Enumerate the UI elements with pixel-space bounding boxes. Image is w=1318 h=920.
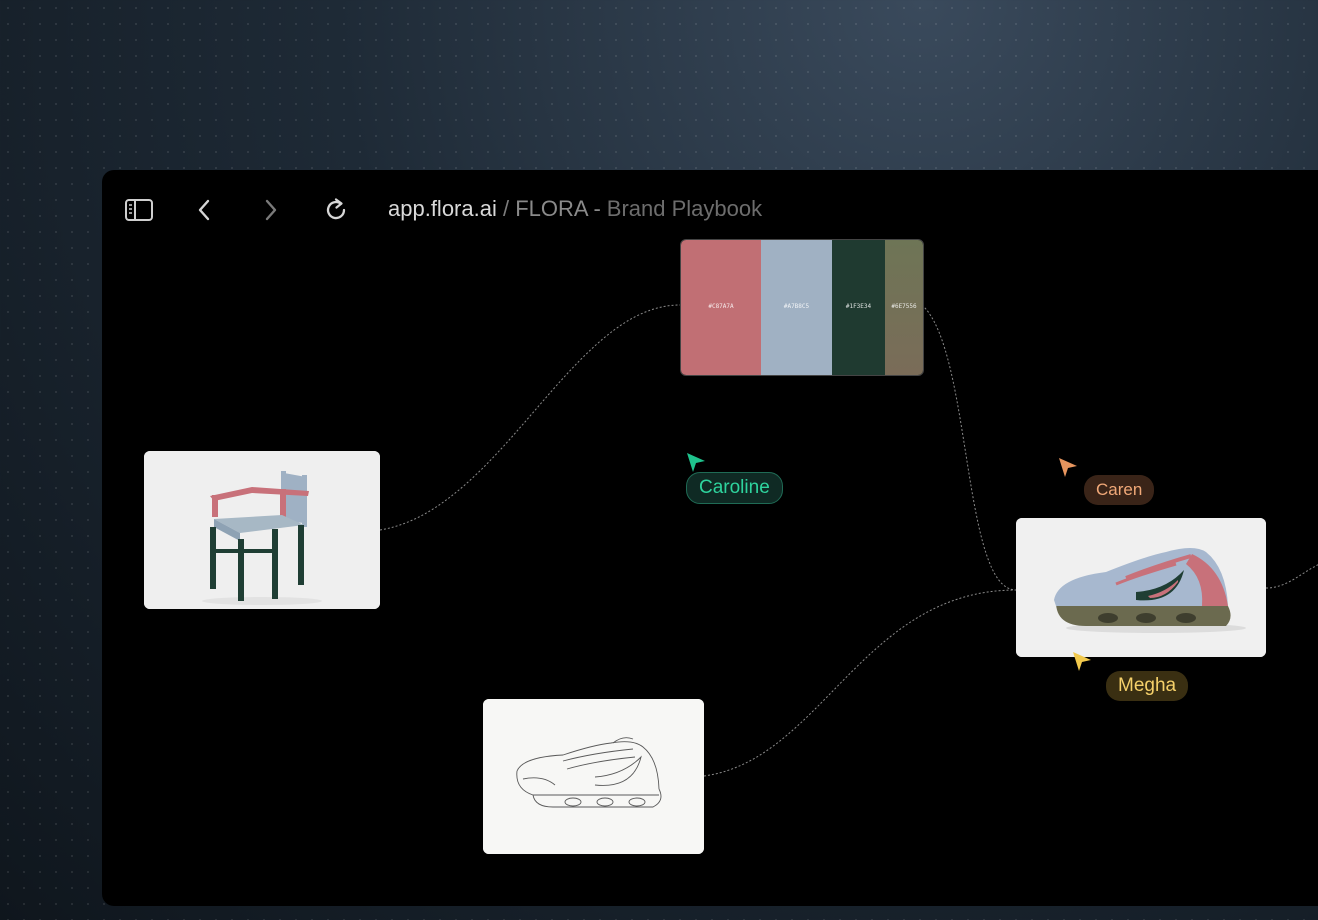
chair-image-node[interactable] bbox=[144, 451, 380, 609]
chair-image bbox=[144, 451, 380, 609]
caroline-cursor-icon bbox=[687, 453, 705, 472]
collaborator-name: Caroline bbox=[699, 477, 770, 498]
collaborator-name: Megha bbox=[1118, 675, 1177, 696]
collaborator-tag-megha: Megha bbox=[1106, 671, 1189, 701]
palette-swatch[interactable]: #C87A7A bbox=[681, 240, 761, 375]
swatch-label: #6E7556 bbox=[891, 303, 917, 310]
sneaker-image bbox=[1016, 518, 1266, 657]
edge-chair-to-palette bbox=[379, 304, 681, 531]
sneaker-image-node[interactable] bbox=[1016, 518, 1266, 657]
collaborator-tag-caren: Caren bbox=[1084, 475, 1155, 505]
swatch-label: #1F3E34 bbox=[845, 303, 872, 310]
sneaker-sketch-image bbox=[483, 699, 704, 854]
edge-sketch-to-sneaker bbox=[703, 589, 1017, 777]
collaborator-name: Caren bbox=[1096, 480, 1143, 499]
palette-swatch[interactable]: #1F3E34 bbox=[832, 240, 885, 375]
caren-cursor-icon bbox=[1059, 458, 1077, 477]
color-palette-node[interactable]: #C87A7A #A7B8C5 #1F3E34 #6E7556 bbox=[680, 239, 924, 376]
browser-window: app.flora.ai / FLORA - Brand Playbook #C… bbox=[102, 170, 1318, 906]
collaborator-tag-caroline: Caroline bbox=[686, 472, 783, 504]
megha-cursor-icon bbox=[1073, 652, 1091, 671]
swatch-label: #A7B8C5 bbox=[783, 303, 810, 310]
palette-swatch[interactable]: #6E7556 bbox=[885, 240, 923, 375]
sketch-image-node[interactable] bbox=[483, 699, 704, 854]
edge-palette-to-sneaker bbox=[921, 304, 1017, 591]
palette-swatch[interactable]: #A7B8C5 bbox=[761, 240, 832, 375]
swatch-label: #C87A7A bbox=[708, 303, 734, 310]
edge-sneaker-out bbox=[1265, 564, 1318, 589]
